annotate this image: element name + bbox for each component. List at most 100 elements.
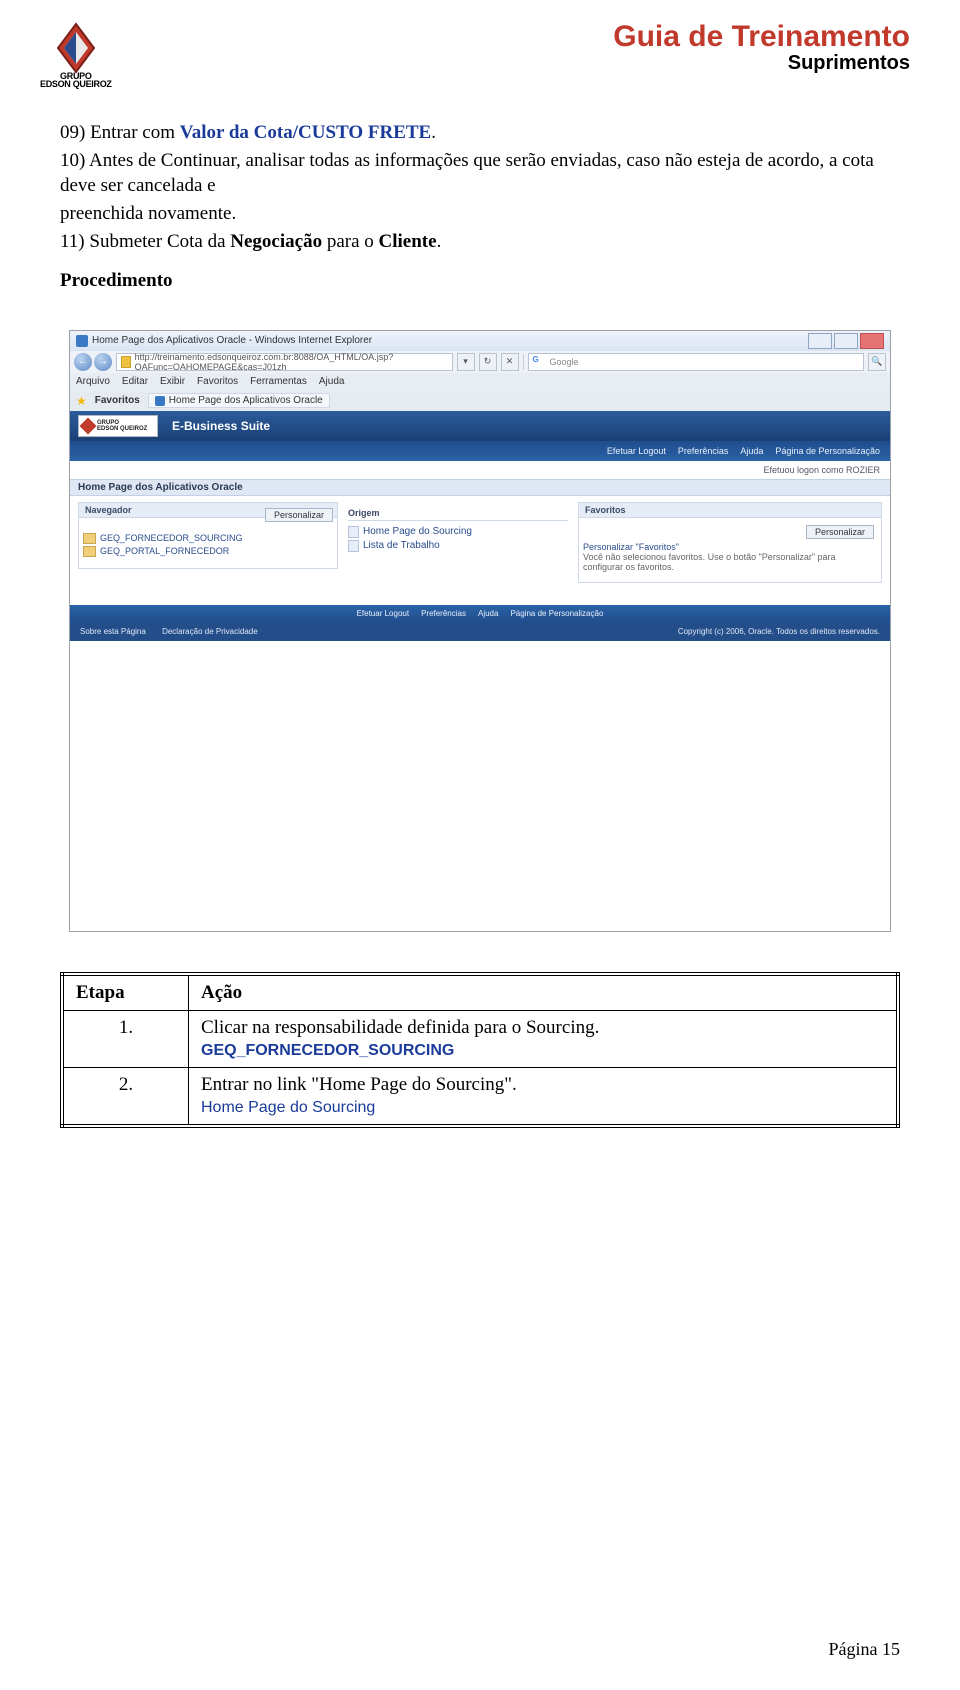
window-maximize-button[interactable] [834, 333, 858, 349]
link-logout[interactable]: Efetuar Logout [607, 446, 666, 456]
company-logo: GRUPOEDSON QUEIROZ [40, 20, 112, 88]
doc-title: Guia de Treinamento [613, 20, 910, 54]
steps-table-wrap: Etapa Ação 1. Clicar na responsabilidade… [60, 972, 900, 1128]
app-footer-row: Sobre esta Página Declaração de Privacid… [70, 623, 890, 641]
nav-back-button[interactable]: ← [74, 353, 92, 371]
line11-suffix: . [437, 231, 442, 252]
window-minimize-button[interactable] [808, 333, 832, 349]
search-field[interactable]: G Google [528, 353, 865, 371]
col-origem: Origem Home Page do Sourcing Lista de Tr… [348, 502, 568, 583]
document-header: Guia de Treinamento Suprimentos [613, 20, 910, 75]
browser-tab[interactable]: Home Page dos Aplicativos Oracle [148, 393, 330, 408]
page: GRUPOEDSON QUEIROZ Guia de Treinamento S… [0, 0, 960, 1690]
folder-icon [83, 533, 96, 544]
copyright-text: Copyright (c) 2006, Oracle. Todos os dir… [678, 627, 880, 636]
refresh-button[interactable]: ↻ [479, 353, 497, 371]
privacy-link[interactable]: Declaração de Privacidade [162, 627, 258, 636]
content-columns: Navegador Personalizar GEQ_FORNECEDOR_SO… [70, 496, 890, 599]
menu-editar[interactable]: Editar [122, 376, 148, 387]
step2-text: Entrar no link "Home Page do Sourcing". [201, 1074, 517, 1095]
ie-title-text: Home Page dos Aplicativos Oracle - Windo… [92, 335, 806, 346]
page-footer: Página 15 [829, 1639, 901, 1660]
line10: 10) Antes de Continuar, analisar todas a… [60, 148, 900, 199]
table-header-row: Etapa Ação [62, 974, 898, 1011]
line10b: preenchida novamente. [60, 201, 900, 227]
menu-ajuda[interactable]: Ajuda [319, 376, 345, 387]
ie-menubar: Arquivo Editar Exibir Favoritos Ferramen… [70, 373, 890, 391]
flink-ajuda[interactable]: Ajuda [478, 609, 498, 618]
line11-prefix: 11) Submeter Cota da [60, 231, 230, 252]
document-icon [348, 540, 359, 552]
stop-button[interactable]: ✕ [501, 353, 519, 371]
address-field[interactable]: http://treinamento.edsonqueiroz.com.br:8… [116, 353, 453, 371]
step-cell-1: Clicar na responsabilidade definida para… [189, 1010, 899, 1067]
step1-link[interactable]: GEQ_FORNECEDOR_SOURCING [201, 1042, 454, 1059]
table-row: 2. Entrar no link "Home Page do Sourcing… [62, 1067, 898, 1126]
flink-logout[interactable]: Efetuar Logout [357, 609, 409, 618]
link-preferencias[interactable]: Preferências [678, 446, 729, 456]
personalizar-fav-button[interactable]: Personalizar [806, 525, 874, 539]
addr-dropdown-button[interactable]: ▾ [457, 353, 475, 371]
navegador-body: Personalizar GEQ_FORNECEDOR_SOURCING GEQ… [78, 518, 338, 569]
line09-prefix: 09) Entrar com [60, 122, 180, 143]
about-link[interactable]: Sobre esta Página [80, 627, 146, 636]
step1-text: Clicar na responsabilidade definida para… [201, 1017, 599, 1038]
section-title: Home Page dos Aplicativos Oracle [70, 479, 890, 496]
origem-item-label: Home Page do Sourcing [363, 526, 472, 537]
star-icon[interactable]: ★ [76, 394, 87, 408]
folder-icon [83, 546, 96, 557]
favoritos-head: Favoritos [578, 502, 882, 518]
origem-label: Origem [348, 508, 568, 518]
link-personalizacao[interactable]: Página de Personalização [775, 446, 880, 456]
google-icon: G [533, 355, 547, 369]
fav-hint-text: Você não selecionou favoritos. Use o bot… [583, 552, 877, 572]
col-favoritos: Favoritos Personalizar Personalizar "Fav… [578, 502, 882, 583]
menu-favoritos[interactable]: Favoritos [197, 376, 238, 387]
logo-text-top: GRUPOEDSON QUEIROZ [40, 72, 112, 88]
search-placeholder: Google [550, 357, 579, 367]
th-acao: Ação [189, 974, 899, 1011]
app-linkbar: Efetuar Logout Preferências Ajuda Página… [70, 441, 890, 461]
favorites-label: Favoritos [95, 395, 140, 406]
link-ajuda[interactable]: Ajuda [740, 446, 763, 456]
origem-item-home[interactable]: Home Page do Sourcing [348, 525, 568, 539]
page-icon [121, 356, 131, 368]
ie-favorites-bar: ★ Favoritos Home Page dos Aplicativos Or… [70, 391, 890, 411]
steps-table: Etapa Ação 1. Clicar na responsabilidade… [60, 972, 900, 1128]
origem-item-label: Lista de Trabalho [363, 540, 440, 551]
fav-hint-link[interactable]: Personalizar "Favoritos" [583, 542, 877, 552]
flink-personalizacao[interactable]: Página de Personalização [510, 609, 603, 618]
menu-ferramentas[interactable]: Ferramentas [250, 376, 307, 387]
flink-preferencias[interactable]: Preferências [421, 609, 466, 618]
app-footer-links: Efetuar Logout Preferências Ajuda Página… [70, 605, 890, 623]
app-header-bar: GRUPOEDSON QUEIROZ E-Business Suite [70, 411, 890, 441]
search-go-button[interactable]: 🔍 [868, 353, 886, 371]
menu-arquivo[interactable]: Arquivo [76, 376, 110, 387]
line11-bold1: Negociação [230, 231, 322, 252]
step-cell-2: Entrar no link "Home Page do Sourcing". … [189, 1067, 899, 1126]
origem-item-lista[interactable]: Lista de Trabalho [348, 539, 568, 553]
tree-item-portal[interactable]: GEQ_PORTAL_FORNECEDOR [83, 545, 333, 558]
nav-forward-button[interactable]: → [94, 353, 112, 371]
line09-suffix: . [431, 122, 436, 143]
app-logo: GRUPOEDSON QUEIROZ [78, 415, 158, 437]
tab-favicon-icon [155, 396, 165, 406]
ebs-title: E-Business Suite [172, 419, 270, 433]
ie-titlebar: Home Page dos Aplicativos Oracle - Windo… [70, 331, 890, 351]
login-as-text: Efetuou logon como ROZIER [763, 465, 880, 475]
step2-link[interactable]: Home Page do Sourcing [201, 1099, 375, 1116]
app-logo-text: GRUPOEDSON QUEIROZ [97, 420, 147, 432]
tree-label: GEQ_PORTAL_FORNECEDOR [100, 546, 229, 556]
line09-bold: Valor da Cota/CUSTO FRETE [180, 122, 431, 143]
menu-exibir[interactable]: Exibir [160, 376, 185, 387]
ie-favicon-icon [76, 335, 88, 347]
browser-tab-label: Home Page dos Aplicativos Oracle [169, 395, 323, 406]
line11-mid: para o [322, 231, 378, 252]
ie-address-bar: ← → http://treinamento.edsonqueiroz.com.… [70, 351, 890, 373]
step-num-2: 2. [62, 1067, 189, 1126]
col-navegador: Navegador Personalizar GEQ_FORNECEDOR_SO… [78, 502, 338, 583]
window-close-button[interactable] [860, 333, 884, 349]
doc-subtitle: Suprimentos [613, 52, 910, 75]
tree-item-sourcing[interactable]: GEQ_FORNECEDOR_SOURCING [83, 532, 333, 545]
personalizar-nav-button[interactable]: Personalizar [265, 508, 333, 522]
